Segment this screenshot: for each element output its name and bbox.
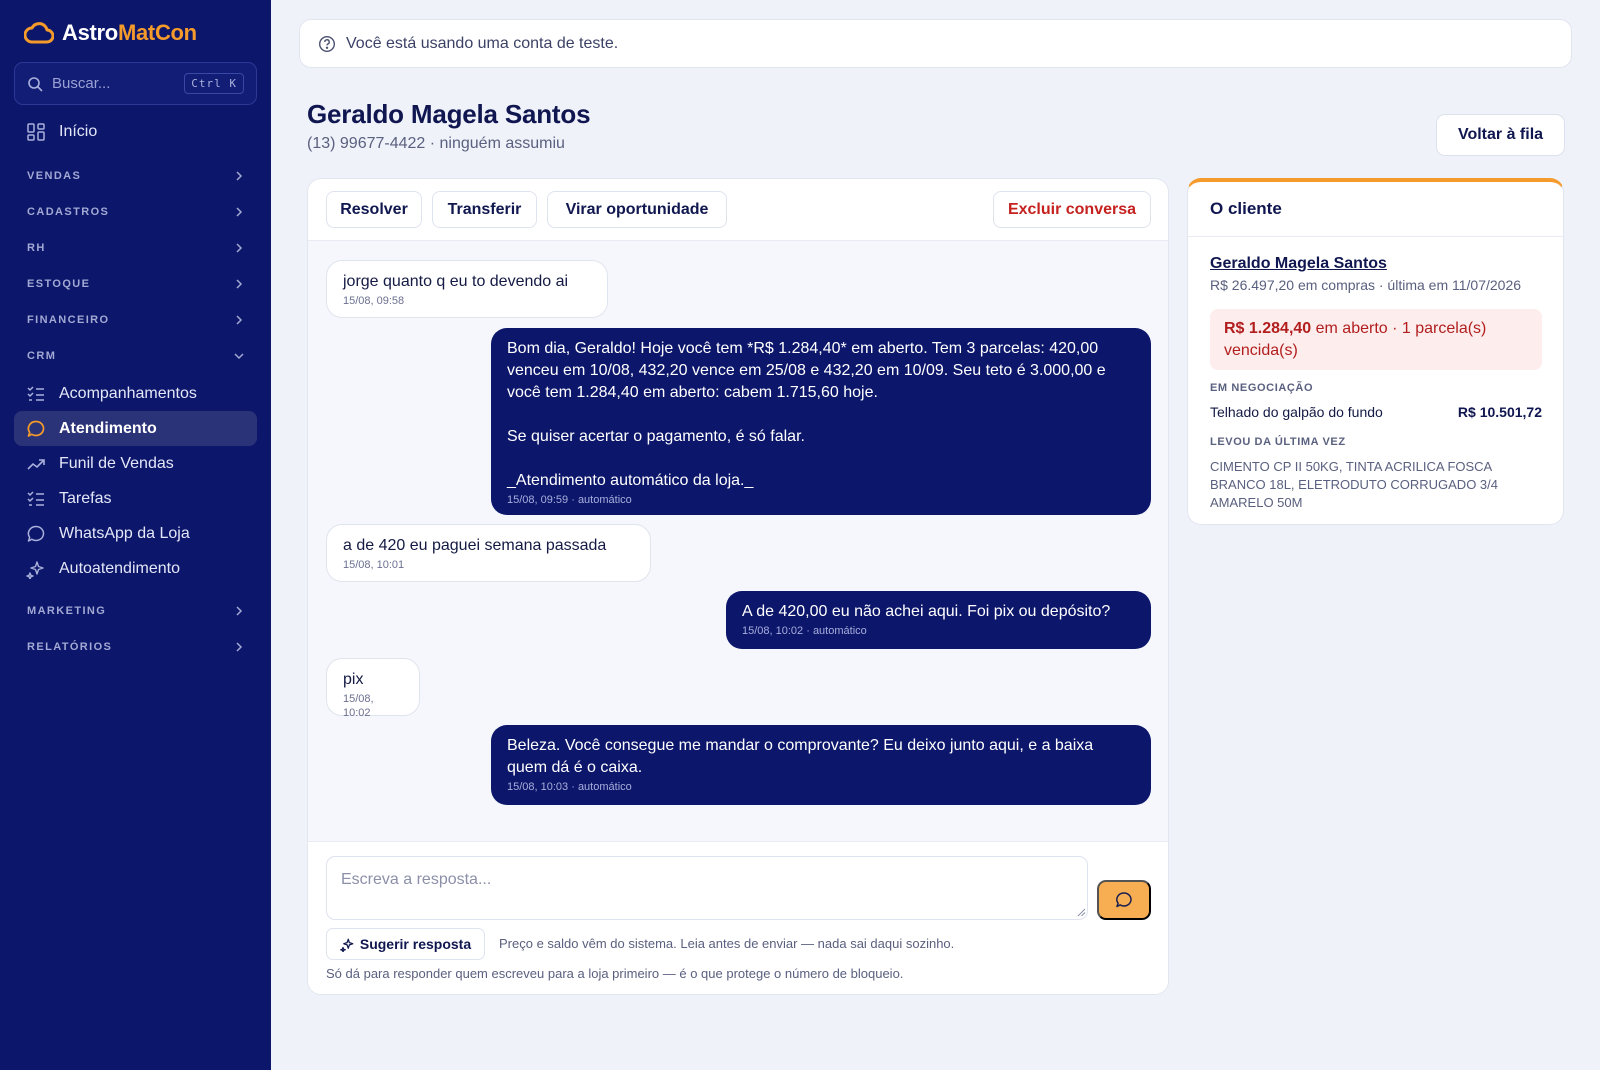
logo-text-astro: Astro: [62, 20, 118, 45]
sidebar-item-label: Acompanhamentos: [59, 384, 197, 402]
sidebar-section-financeiro[interactable]: FINANCEIRO: [27, 314, 245, 326]
message-incoming: a de 420 eu paguei semana passada 15/08,…: [326, 524, 651, 582]
message-list[interactable]: jorge quanto q eu to devendo ai 15/08, 0…: [308, 241, 1168, 841]
sidebar-section-estoque[interactable]: ESTOQUE: [27, 278, 245, 290]
client-name-link[interactable]: Geraldo Magela Santos: [1210, 255, 1387, 273]
message-outgoing: Beleza. Você consegue me mandar o compro…: [491, 725, 1151, 805]
chevron-right-icon: [236, 642, 243, 652]
message-text: A de 420,00 eu não achei aqui. Foi pix o…: [742, 603, 1111, 620]
reply-composer: Sugerir resposta Preço e saldo vêm do si…: [308, 841, 1168, 994]
sidebar-item-label: Atendimento: [59, 419, 157, 437]
client-purchase-summary: R$ 26.497,20 em compras · última em 11/0…: [1210, 277, 1522, 293]
chat-bubble-icon: [1116, 892, 1132, 908]
sidebar-item-label: Tarefas: [59, 489, 112, 507]
logo-text-matcon: MatCon: [117, 20, 197, 45]
open-balance-alert: R$ 1.284,40 em aberto · 1 parcela(s) ven…: [1210, 309, 1542, 370]
suggest-reply-label: Sugerir resposta: [359, 936, 472, 952]
page-subtitle: (13) 99677-4422 · ninguém assumiu: [307, 135, 565, 152]
negotiation-item: Telhado do galpão do fundo: [1210, 404, 1383, 420]
chat-bubble-icon: [27, 420, 45, 437]
search-icon: [28, 76, 43, 91]
search-placeholder: Buscar...: [52, 75, 111, 92]
client-card: O cliente Geraldo Magela Santos R$ 26.49…: [1187, 178, 1564, 525]
sidebar-item-label: Início: [59, 122, 98, 140]
sidebar-section-marketing[interactable]: MARKETING: [27, 605, 245, 617]
message-timestamp: 15/08, 09:59 · automático: [507, 494, 632, 506]
page-title: Geraldo Magela Santos: [307, 99, 591, 129]
chevron-right-icon: [236, 315, 243, 325]
message-timestamp: 15/08, 09:58: [343, 295, 405, 307]
message-text: jorge quanto q eu to devendo ai: [343, 273, 569, 290]
sidebar-item-whatsapp-da-loja[interactable]: WhatsApp da Loja: [14, 516, 257, 551]
back-to-queue-button[interactable]: Voltar à fila: [1436, 114, 1565, 156]
sparkles-icon: [340, 938, 354, 952]
sidebar-item-atendimento[interactable]: Atendimento: [14, 411, 257, 446]
message-text: a de 420 eu paguei semana passada: [343, 537, 607, 554]
trending-up-icon: [27, 458, 45, 470]
sidebar-item-autoatendimento[interactable]: Autoatendimento: [14, 551, 257, 586]
banner-text: Você está usando uma conta de teste.: [346, 34, 619, 52]
message-incoming: jorge quanto q eu to devendo ai 15/08, 0…: [326, 260, 608, 318]
message-incoming: pix 15/08, 10:02: [326, 658, 420, 719]
chevron-right-icon: [236, 243, 243, 253]
create-opportunity-button[interactable]: Virar oportunidade: [547, 191, 727, 228]
sidebar-item-acompanhamentos[interactable]: Acompanhamentos: [14, 376, 257, 411]
sidebar: AstroMatCon Buscar... Ctrl K Início VEND…: [0, 0, 271, 1070]
message-timestamp: 15/08, 10:02 · automático: [742, 625, 867, 637]
sidebar-section-vendas[interactable]: VENDAS: [27, 170, 245, 182]
transfer-button[interactable]: Transferir: [432, 191, 537, 228]
message-outgoing: Bom dia, Geraldo! Hoje você tem *R$ 1.28…: [491, 328, 1151, 515]
checklist-icon: [27, 490, 44, 506]
sidebar-section-crm[interactable]: CRM: [27, 350, 245, 362]
sidebar-item-label: Funil de Vendas: [59, 454, 174, 472]
composer-hint: Preço e saldo vêm do sistema. Leia antes…: [499, 936, 955, 951]
logo[interactable]: AstroMatCon: [24, 20, 197, 46]
send-button[interactable]: [1097, 880, 1151, 920]
checklist-icon: [27, 385, 44, 401]
suggest-reply-button[interactable]: Sugerir resposta: [326, 928, 485, 960]
chevron-right-icon: [236, 171, 243, 181]
chevron-down-icon: [234, 353, 244, 360]
cloud-logo-icon: [24, 22, 54, 44]
resolve-button[interactable]: Resolver: [326, 191, 422, 228]
sidebar-item-funil-de-vendas[interactable]: Funil de Vendas: [14, 446, 257, 481]
sidebar-section-cadastros[interactable]: CADASTROS: [27, 206, 245, 218]
sidebar-section-rh[interactable]: RH: [27, 242, 245, 254]
chevron-right-icon: [236, 207, 243, 217]
last-purchase-items: CIMENTO CP II 50KG, TINTA ACRILICA FOSCA…: [1210, 459, 1498, 510]
message-text: Beleza. Você consegue me mandar o compro…: [507, 737, 1094, 776]
search-box[interactable]: Buscar... Ctrl K: [14, 62, 257, 105]
sidebar-item-inicio[interactable]: Início: [14, 114, 257, 149]
sidebar-item-label: Autoatendimento: [59, 559, 180, 577]
message-timestamp: 15/08, 10:01: [343, 559, 405, 571]
message-timestamp: 15/08, 10:02: [343, 693, 374, 719]
message-text: Bom dia, Geraldo! Hoje você tem *R$ 1.28…: [507, 340, 1106, 489]
last-purchase-label: LEVOU DA ÚLTIMA VEZ: [1210, 436, 1346, 448]
negotiation-label: EM NEGOCIAÇÃO: [1210, 382, 1314, 394]
sidebar-item-tarefas[interactable]: Tarefas: [14, 481, 257, 516]
sparkles-icon: [26, 560, 44, 579]
open-balance-amount: R$ 1.284,40: [1224, 320, 1312, 337]
reply-input[interactable]: [326, 856, 1088, 920]
chevron-right-icon: [236, 279, 243, 289]
message-outgoing: A de 420,00 eu não achei aqui. Foi pix o…: [726, 591, 1151, 649]
delete-conversation-button[interactable]: Excluir conversa: [993, 191, 1151, 228]
chat-panel: Resolver Transferir Virar oportunidade E…: [307, 178, 1169, 995]
composer-footnote: Só dá para responder quem escreveu para …: [326, 966, 904, 981]
message-text: pix: [343, 671, 364, 688]
chevron-right-icon: [236, 606, 243, 616]
chat-bubble-icon: [27, 525, 45, 542]
search-shortcut: Ctrl K: [184, 73, 244, 94]
resize-grip-icon[interactable]: [1077, 908, 1086, 917]
negotiation-value: R$ 10.501,72: [1457, 404, 1542, 420]
message-timestamp: 15/08, 10:03 · automático: [507, 781, 632, 793]
help-circle-icon: [318, 35, 336, 52]
dashboard-icon: [27, 122, 45, 141]
chat-toolbar: Resolver Transferir Virar oportunidade E…: [308, 179, 1168, 241]
client-card-title: O cliente: [1210, 199, 1282, 218]
sidebar-section-relatorios[interactable]: RELATÓRIOS: [27, 641, 245, 653]
test-account-banner: Você está usando uma conta de teste.: [299, 19, 1572, 68]
client-card-header: O cliente: [1188, 182, 1563, 237]
sidebar-item-label: WhatsApp da Loja: [59, 524, 190, 542]
